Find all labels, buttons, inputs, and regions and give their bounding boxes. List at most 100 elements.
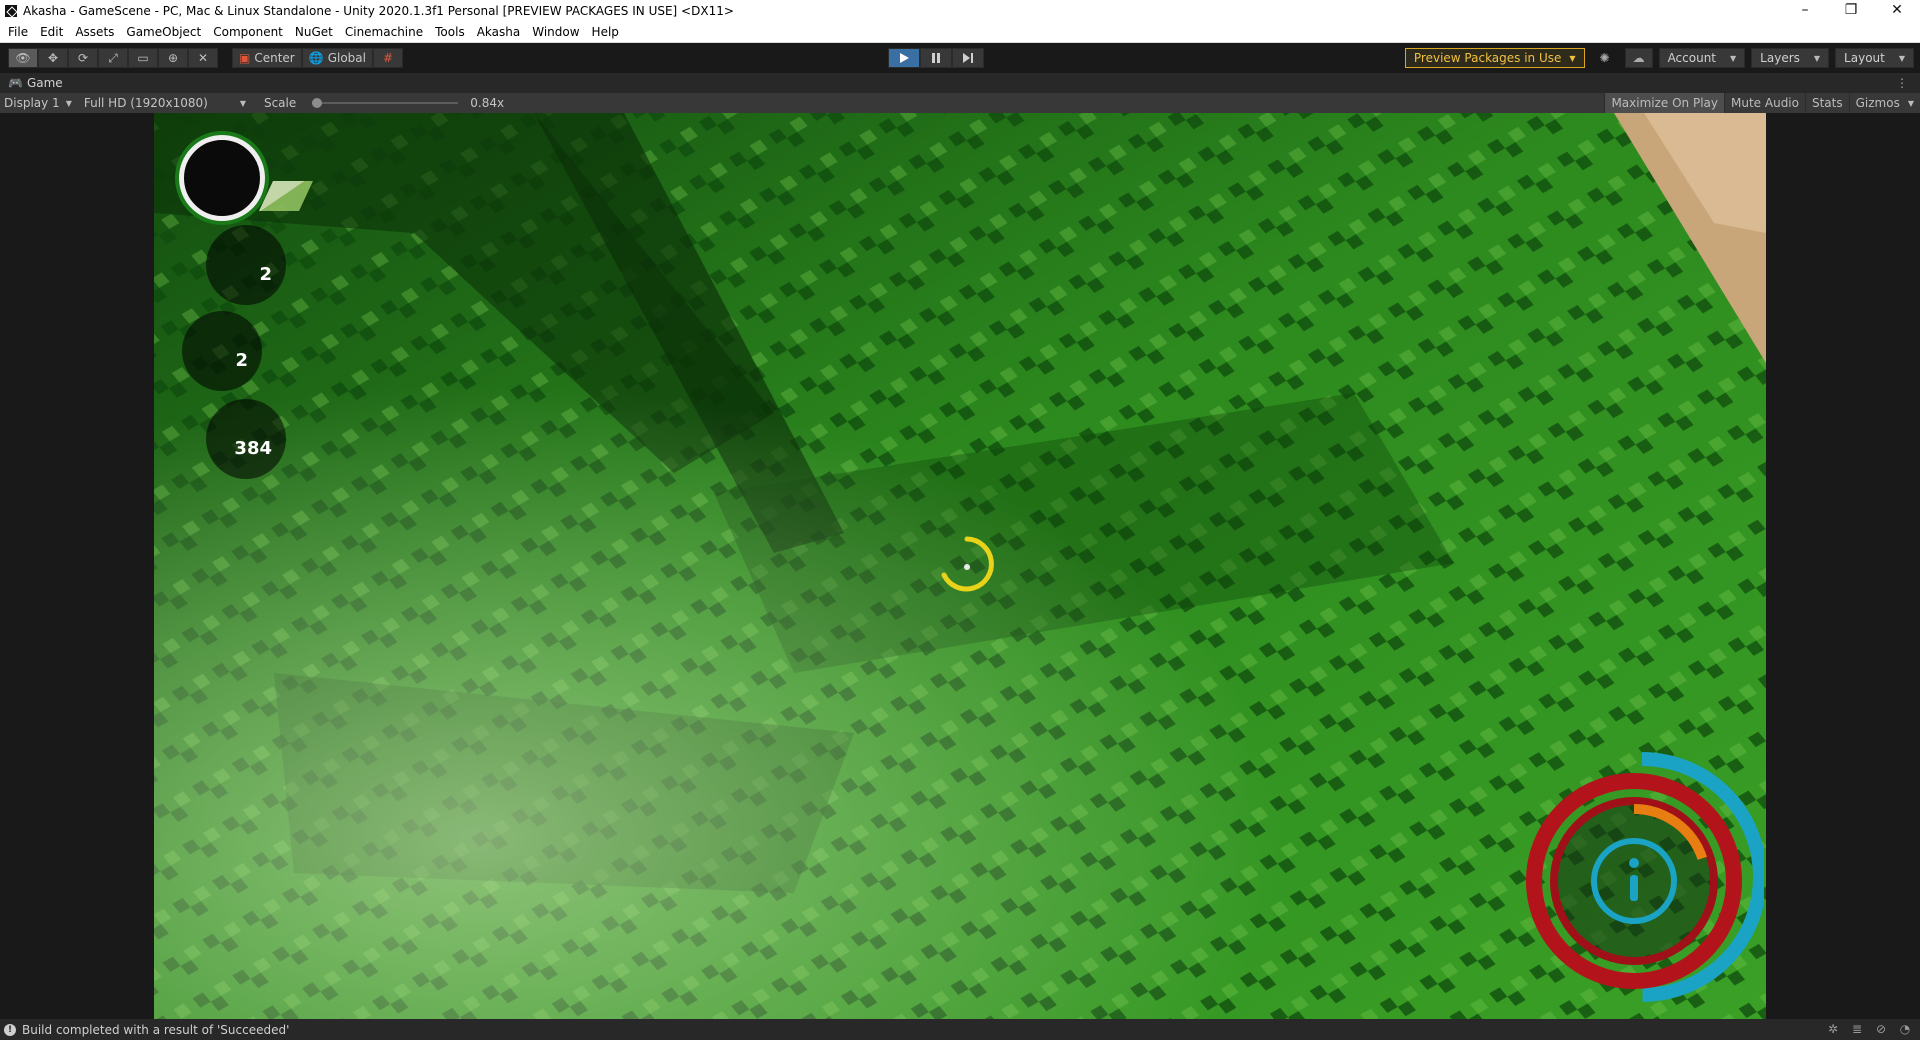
info-icon: !: [4, 1023, 16, 1036]
hud-counter-2-value: 2: [235, 350, 248, 371]
pivot-group: ▣ Center 🌐 Global #: [232, 48, 403, 68]
unity-logo-icon: [5, 5, 17, 17]
preview-packages-button[interactable]: Preview Packages in Use ▼: [1404, 48, 1585, 68]
minimize-button[interactable]: –: [1782, 0, 1828, 22]
pause-icon: [932, 53, 940, 63]
transform-icon: ⊕: [167, 51, 179, 65]
custom-tool-button[interactable]: ✕: [188, 48, 218, 68]
cloud-icon: ☁: [1632, 51, 1645, 65]
menu-akasha[interactable]: Akasha: [477, 25, 529, 39]
debug-icon[interactable]: ⊘: [1874, 1022, 1888, 1036]
toolbar-right: Preview Packages in Use ▼ ✺ ☁ Account ▼ …: [1404, 48, 1914, 68]
menu-edit[interactable]: Edit: [40, 25, 71, 39]
chevron-down-icon: ▼: [1813, 53, 1821, 63]
layout-label: Layout: [1844, 51, 1885, 65]
maximize-button[interactable]: ❐: [1828, 0, 1874, 22]
menu-help[interactable]: Help: [592, 25, 627, 39]
grid-icon: #: [382, 51, 393, 65]
menu-component[interactable]: Component: [213, 25, 291, 39]
rect-icon: ▭: [137, 51, 149, 65]
chevron-down-icon: ▼: [65, 98, 72, 108]
scale-slider-handle[interactable]: [312, 98, 323, 108]
rotate-tool-button[interactable]: ⟳: [68, 48, 98, 68]
close-button[interactable]: ✕: [1874, 0, 1920, 22]
account-label: Account: [1667, 51, 1717, 65]
resolution-dropdown[interactable]: Full HD (1920x1080) ▼: [80, 96, 246, 110]
step-button[interactable]: [952, 48, 984, 68]
move-icon: ✥: [47, 51, 59, 65]
game-view-options: Maximize On Play Mute Audio Stats Gizmos…: [1604, 93, 1920, 113]
console-status[interactable]: ! Build completed with a result of 'Succ…: [0, 1023, 289, 1037]
hud-counter-1: 2: [206, 225, 286, 305]
tab-game[interactable]: 🎮 Game: [0, 76, 63, 90]
pause-button[interactable]: [920, 48, 952, 68]
pivot-mode-button[interactable]: ▣ Center: [232, 48, 302, 68]
wrench-icon: ✕: [197, 51, 209, 65]
progress-icon[interactable]: ◔: [1898, 1022, 1912, 1036]
layout-dropdown[interactable]: Layout ▼: [1835, 48, 1914, 68]
chevron-down-icon: ▼: [1907, 98, 1914, 108]
rect-tool-button[interactable]: ▭: [128, 48, 158, 68]
play-controls: [888, 48, 984, 68]
title-bar: Akasha - GameScene - PC, Mac & Linux Sta…: [0, 0, 1920, 22]
menu-tools[interactable]: Tools: [435, 25, 473, 39]
grid-snap-button[interactable]: #: [372, 48, 403, 68]
menu-bar: File Edit Assets GameObject Component Nu…: [0, 22, 1920, 43]
menu-assets[interactable]: Assets: [75, 25, 122, 39]
scale-label: Scale: [263, 96, 297, 110]
chevron-down-icon: ▼: [1569, 53, 1576, 63]
main-toolbar: 👁 ✥ ⟳ ⤢ ▭ ⊕ ✕ ▣ Center 🌐 Global # Previe…: [0, 43, 1920, 73]
pivot-rotation-label: Global: [327, 51, 366, 65]
game-view-bar: Display 1 ▼ Full HD (1920x1080) ▼ Scale …: [0, 93, 1920, 113]
transform-tool-button[interactable]: ⊕: [158, 48, 188, 68]
step-icon: [963, 53, 973, 63]
hud-counter-3-value: 384: [234, 438, 272, 459]
scale-control: Scale 0.84x: [260, 96, 504, 110]
menu-file[interactable]: File: [8, 25, 36, 39]
hud-counter-3: 384: [206, 399, 286, 479]
scale-value: 0.84x: [470, 96, 505, 110]
menu-window[interactable]: Window: [532, 25, 587, 39]
pivot-icon: ▣: [239, 51, 251, 65]
scale-icon: ⤢: [108, 50, 118, 65]
menu-gameobject[interactable]: GameObject: [126, 25, 209, 39]
stats-toggle[interactable]: Stats: [1804, 93, 1849, 113]
menu-cinemachine[interactable]: Cinemachine: [345, 25, 431, 39]
view-tool-button[interactable]: 👁: [8, 48, 38, 68]
eye-icon: 👁: [15, 51, 31, 65]
globe-icon: 🌐: [308, 51, 324, 65]
pivot-rotation-button[interactable]: 🌐 Global: [301, 48, 373, 68]
pivot-mode-label: Center: [254, 51, 295, 65]
display-dropdown[interactable]: Display 1 ▼: [0, 96, 72, 110]
move-tool-button[interactable]: ✥: [38, 48, 68, 68]
play-button[interactable]: [888, 48, 920, 68]
menu-nuget[interactable]: NuGet: [295, 25, 341, 39]
transform-tools: 👁 ✥ ⟳ ⤢ ▭ ⊕ ✕: [8, 48, 218, 68]
gizmos-toggle[interactable]: Gizmos ▼: [1848, 93, 1920, 113]
cache-icon[interactable]: ≣: [1850, 1022, 1864, 1036]
window-controls: – ❐ ✕: [1782, 0, 1920, 22]
collab-button[interactable]: ✺: [1591, 48, 1619, 68]
mute-audio-toggle[interactable]: Mute Audio: [1724, 93, 1805, 113]
layers-dropdown[interactable]: Layers ▼: [1751, 48, 1830, 68]
cloud-button[interactable]: ☁: [1624, 48, 1653, 68]
scale-tool-button[interactable]: ⤢: [98, 48, 128, 68]
status-bar: ! Build completed with a result of 'Succ…: [0, 1019, 1920, 1040]
gamepad-icon: 🎮: [8, 76, 23, 90]
chevron-down-icon: ▼: [1898, 53, 1905, 63]
account-dropdown[interactable]: Account ▼: [1658, 48, 1746, 68]
hud-counter-2: 2: [182, 311, 262, 391]
chevron-down-icon: ▼: [1730, 53, 1737, 63]
maximize-on-play-toggle[interactable]: Maximize On Play: [1604, 93, 1725, 113]
more-options-icon[interactable]: ⋮: [1896, 76, 1908, 90]
hud-counter-1-value: 2: [259, 264, 272, 285]
minimap-ring: [179, 135, 265, 221]
game-viewport[interactable]: 2 2 384: [154, 113, 1766, 1019]
scale-slider[interactable]: [312, 98, 459, 108]
window-title: Akasha - GameScene - PC, Mac & Linux Sta…: [23, 4, 734, 18]
bug-icon[interactable]: ✲: [1826, 1022, 1840, 1036]
gizmos-label: Gizmos: [1855, 96, 1900, 110]
status-icons: ✲ ≣ ⊘ ◔: [1826, 1022, 1912, 1036]
layers-label: Layers: [1760, 51, 1800, 65]
chevron-down-icon: ▼: [239, 98, 246, 108]
